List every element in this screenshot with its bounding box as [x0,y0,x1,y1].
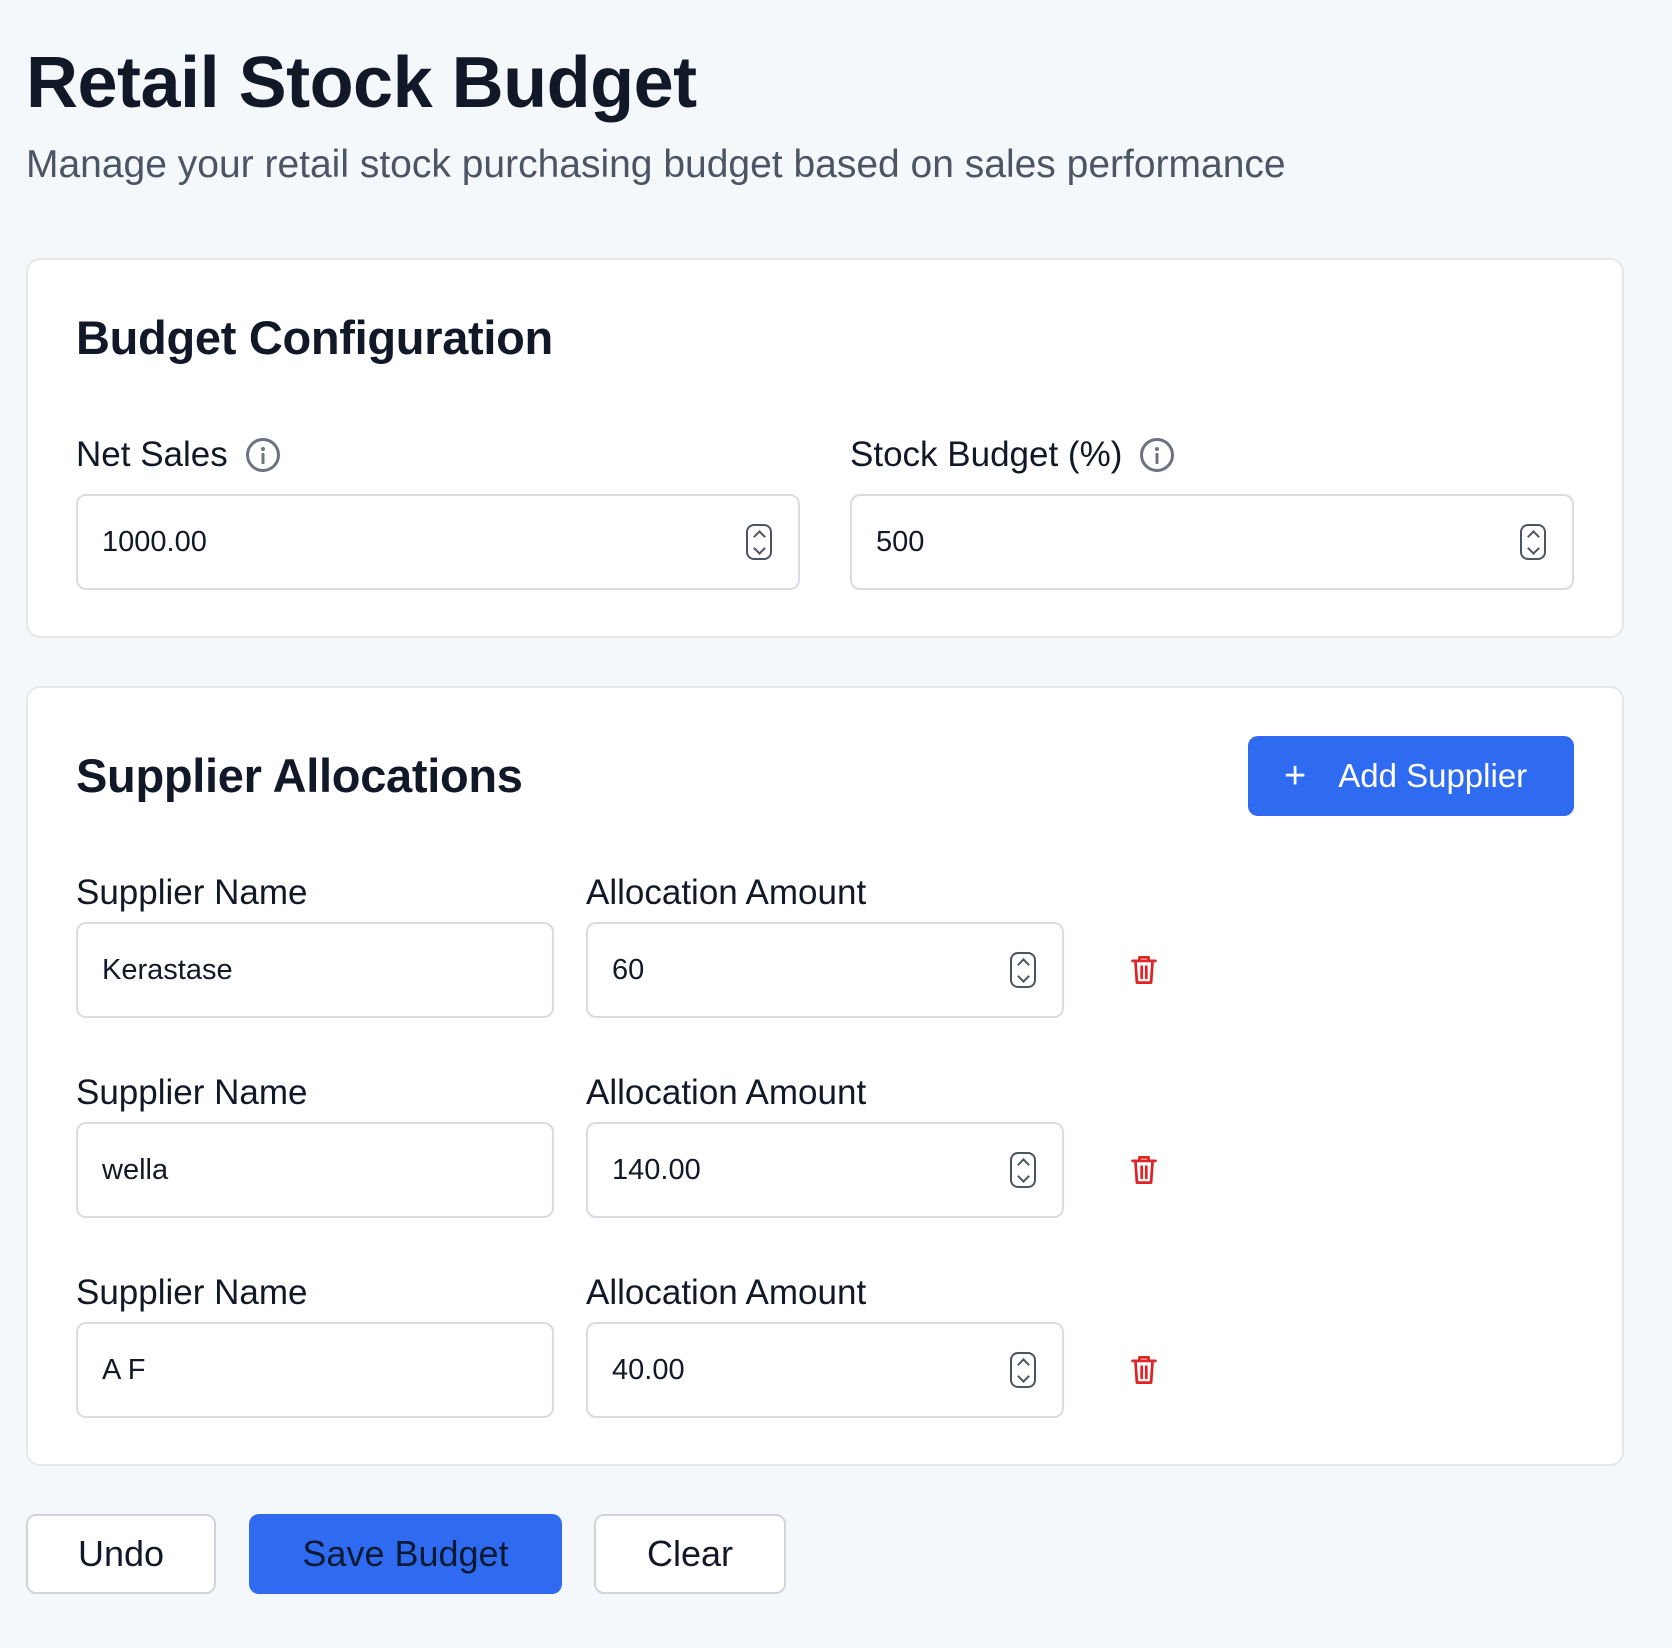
number-spinner-icon[interactable] [1520,524,1546,560]
clear-button[interactable]: Clear [594,1514,786,1594]
trash-icon[interactable] [1130,954,1158,986]
page-subtitle: Manage your retail stock purchasing budg… [26,143,1286,186]
plus-icon: + [1284,755,1307,797]
stock-budget-input[interactable]: 500 [850,494,1574,590]
supplier-name-input[interactable]: wella [76,1122,554,1218]
supplier-name-input[interactable]: A F [76,1322,554,1418]
number-spinner-icon[interactable] [746,524,772,560]
allocation-amount-value: 140.00 [612,1153,701,1186]
supplier-name-input[interactable]: Kerastase [76,922,554,1018]
net-sales-input[interactable]: 1000.00 [76,494,800,590]
stock-budget-label-text: Stock Budget (%) [850,435,1123,474]
allocation-amount-label: Allocation Amount [586,1273,867,1312]
allocation-amount-input[interactable]: 40.00 [586,1322,1064,1418]
net-sales-label: Net Sales [76,430,280,480]
net-sales-value: 1000.00 [102,525,207,558]
allocation-amount-label: Allocation Amount [586,873,867,912]
allocation-amount-value: 60 [612,953,645,986]
undo-button[interactable]: Undo [26,1514,216,1594]
retail-stock-budget-page: Retail Stock Budget Manage your retail s… [0,0,1672,1648]
supplier-name-value: Kerastase [102,953,233,986]
allocation-amount-input[interactable]: 140.00 [586,1122,1064,1218]
number-spinner-icon[interactable] [1010,952,1036,988]
supplier-name-value: A F [102,1353,146,1386]
save-budget-button[interactable]: Save Budget [249,1514,562,1594]
trash-icon[interactable] [1130,1354,1158,1386]
info-icon[interactable] [1140,438,1175,472]
allocation-amount-value: 40.00 [612,1353,685,1386]
supplier-name-label: Supplier Name [76,1073,308,1112]
number-spinner-icon[interactable] [1010,1152,1036,1188]
supplier-name-label: Supplier Name [76,1273,308,1312]
budget-configuration-title: Budget Configuration [76,311,553,364]
page-title: Retail Stock Budget [26,43,697,123]
trash-icon[interactable] [1130,1154,1158,1186]
number-spinner-icon[interactable] [1010,1352,1036,1388]
allocation-amount-label: Allocation Amount [586,1073,867,1112]
allocation-amount-input[interactable]: 60 [586,922,1064,1018]
supplier-allocations-card: Supplier Allocations + Add Supplier Supp… [26,686,1624,1466]
add-supplier-button[interactable]: + Add Supplier [1248,736,1574,816]
stock-budget-value: 500 [876,525,925,558]
supplier-name-label: Supplier Name [76,873,308,912]
supplier-name-value: wella [102,1153,169,1186]
add-supplier-label: Add Supplier [1338,757,1528,794]
stock-budget-label: Stock Budget (%) [850,430,1175,480]
supplier-allocations-title: Supplier Allocations [76,749,523,802]
budget-configuration-card: Budget Configuration Net Sales 1000.00 S… [26,258,1624,638]
info-icon[interactable] [245,438,280,472]
net-sales-label-text: Net Sales [76,435,228,474]
